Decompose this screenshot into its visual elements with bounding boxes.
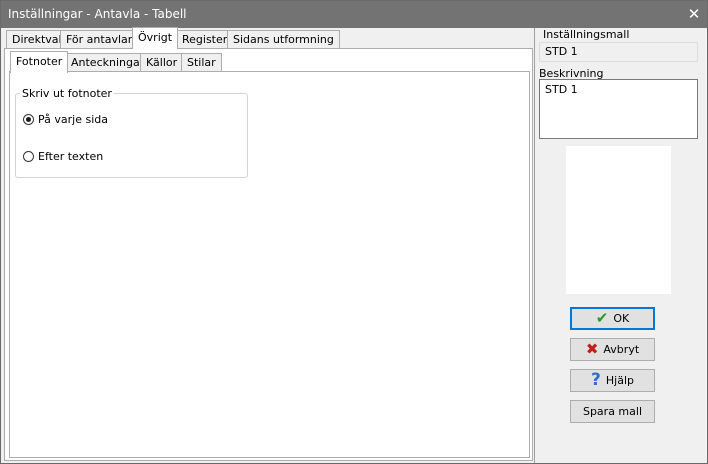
mall-field[interactable]: STD 1 xyxy=(539,42,698,62)
subtab-stilar[interactable]: Stilar xyxy=(181,53,222,72)
help-button[interactable]: ? Hjälp xyxy=(570,369,655,392)
tab-label: Stilar xyxy=(187,56,216,69)
subtab-fotnoter[interactable]: Fotnoter xyxy=(10,51,69,73)
radio-efter-texten[interactable]: Efter texten xyxy=(23,148,103,164)
cancel-label: Avbryt xyxy=(603,343,640,356)
window-title: Inställningar - Antavla - Tabell xyxy=(8,7,187,21)
tab-sidans-utformning[interactable]: Sidans utformning xyxy=(227,30,340,49)
tab-label: Fotnoter xyxy=(16,55,63,68)
settings-window: Inställningar - Antavla - Tabell ✕ Direk… xyxy=(0,0,708,464)
tab-label: Källor xyxy=(146,56,178,69)
radio-button-checked[interactable] xyxy=(23,113,34,125)
fotnoter-groupbox xyxy=(15,93,248,178)
radio-label: På varje sida xyxy=(38,112,108,126)
mall-value: STD 1 xyxy=(545,45,578,58)
save-label: Spara mall xyxy=(582,405,643,418)
cancel-button[interactable]: ✖ Avbryt xyxy=(570,338,655,361)
close-button[interactable]: ✕ xyxy=(684,5,704,24)
description-field[interactable]: STD 1 xyxy=(539,79,698,139)
subtab-anteckningar[interactable]: Anteckningar xyxy=(65,53,151,72)
tab-label: Direktval xyxy=(12,33,62,46)
subtab-kallor[interactable]: Källor xyxy=(140,53,184,72)
ok-button[interactable]: ✔ OK xyxy=(570,307,655,330)
tab-register[interactable]: Register xyxy=(176,30,234,49)
ok-label: OK xyxy=(613,312,630,325)
tab-label: Sidans utformning xyxy=(233,33,334,46)
radio-label: Efter texten xyxy=(38,149,104,163)
tab-for-antavlan[interactable]: För antavlan xyxy=(60,30,141,49)
tab-label: Anteckningar xyxy=(71,56,145,69)
radio-pa-varje-sida[interactable]: På varje sida xyxy=(23,111,108,127)
tab-label: Övrigt xyxy=(138,31,173,44)
question-icon: ? xyxy=(591,370,601,390)
tab-label: För antavlan xyxy=(66,33,135,46)
radio-button[interactable] xyxy=(23,150,34,162)
save-template-button[interactable]: Spara mall xyxy=(570,400,655,423)
mall-label: Inställningsmall xyxy=(543,28,630,41)
tab-label: Register xyxy=(182,33,228,46)
preview-area xyxy=(566,146,671,294)
title-bar: Inställningar - Antavla - Tabell ✕ xyxy=(1,1,707,28)
desc-value: STD 1 xyxy=(545,83,578,96)
help-label: Hjälp xyxy=(605,374,634,387)
tab-direktval[interactable]: Direktval xyxy=(6,30,68,49)
tab-ovrigt[interactable]: Övrigt xyxy=(132,27,179,49)
check-icon: ✔ xyxy=(595,309,609,327)
x-icon: ✖ xyxy=(585,340,599,358)
groupbox-label: Skriv ut fotnoter xyxy=(20,87,114,100)
